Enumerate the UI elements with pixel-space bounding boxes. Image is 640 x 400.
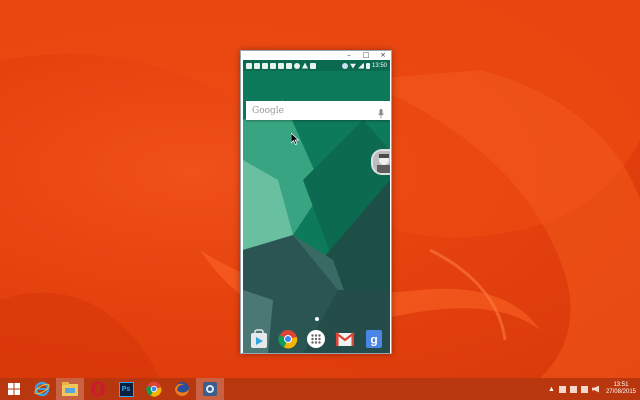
svg-text:g: g	[370, 333, 377, 347]
emulator-window[interactable]: – □ × 13:50 Google g	[240, 50, 392, 354]
google-search-icon[interactable]: g	[364, 329, 384, 349]
microphone-icon[interactable]	[378, 106, 384, 118]
network-icon[interactable]	[569, 385, 577, 393]
window-titlebar[interactable]: – □ ×	[241, 51, 391, 60]
battery-tray-icon[interactable]	[580, 385, 588, 393]
notification-icon	[254, 62, 260, 69]
taskbar-file-explorer[interactable]	[56, 378, 84, 400]
facebook-icon	[262, 62, 268, 69]
start-button[interactable]	[0, 378, 28, 400]
google-search-bar[interactable]: Google	[246, 101, 390, 120]
windows-start-icon	[8, 383, 20, 395]
location-icon	[341, 62, 348, 69]
taskbar-firefox[interactable]	[168, 378, 196, 400]
show-hidden-icons-icon[interactable]: ▲	[548, 386, 555, 393]
photoshop-icon: Ps	[118, 381, 134, 397]
search-placeholder: Google	[252, 105, 284, 116]
warning-icon	[302, 62, 308, 69]
taskbar-emulator[interactable]	[196, 378, 224, 400]
chat-head-avatar[interactable]	[371, 149, 390, 175]
clock-date: 27/08/2015	[605, 389, 636, 395]
email-icon	[286, 62, 292, 69]
taskbar-photoshop[interactable]: Ps	[112, 378, 140, 400]
battery-icon	[365, 62, 370, 69]
phone-screen[interactable]: 13:50 Google g	[243, 60, 390, 353]
system-tray: ▲ 13:51 27/08/2015	[548, 378, 636, 400]
play-store-icon[interactable]	[249, 329, 269, 349]
minimize-button[interactable]: –	[343, 51, 355, 60]
clock-time: 13:51	[613, 382, 629, 388]
opera-icon	[91, 381, 105, 397]
sync-icon	[294, 62, 300, 69]
taskbar-clock[interactable]: 13:51 27/08/2015	[606, 382, 636, 396]
app-drawer-icon[interactable]	[306, 329, 326, 349]
internet-explorer-icon	[34, 381, 50, 397]
chrome-icon	[146, 381, 162, 397]
action-center-icon[interactable]	[558, 385, 566, 393]
phone-dock: g	[243, 324, 390, 353]
firefox-icon	[175, 382, 189, 396]
maximize-button[interactable]: □	[360, 51, 372, 60]
mouse-cursor-icon	[291, 133, 299, 145]
volume-icon[interactable]	[591, 385, 599, 393]
wifi-icon	[349, 63, 356, 69]
facebook-icon	[278, 62, 284, 69]
chrome-icon[interactable]	[278, 329, 298, 349]
taskbar-opera[interactable]	[84, 378, 112, 400]
photoshop-label: Ps	[121, 385, 131, 393]
phone-status-bar: 13:50	[243, 60, 390, 71]
close-button[interactable]: ×	[377, 51, 389, 60]
gmail-icon[interactable]	[335, 329, 355, 349]
file-explorer-icon	[62, 382, 78, 396]
android-icon	[310, 62, 316, 69]
notification-icon	[246, 62, 252, 69]
emulator-app-icon	[203, 382, 217, 396]
facebook-icon	[270, 62, 276, 69]
taskbar-chrome[interactable]	[140, 378, 168, 400]
signal-icon	[357, 62, 364, 69]
taskbar: Ps ▲ 13:51 27/08/2015	[0, 378, 640, 400]
taskbar-internet-explorer[interactable]	[28, 378, 56, 400]
status-time: 13:50	[371, 62, 387, 69]
page-indicator-dot	[315, 317, 319, 321]
